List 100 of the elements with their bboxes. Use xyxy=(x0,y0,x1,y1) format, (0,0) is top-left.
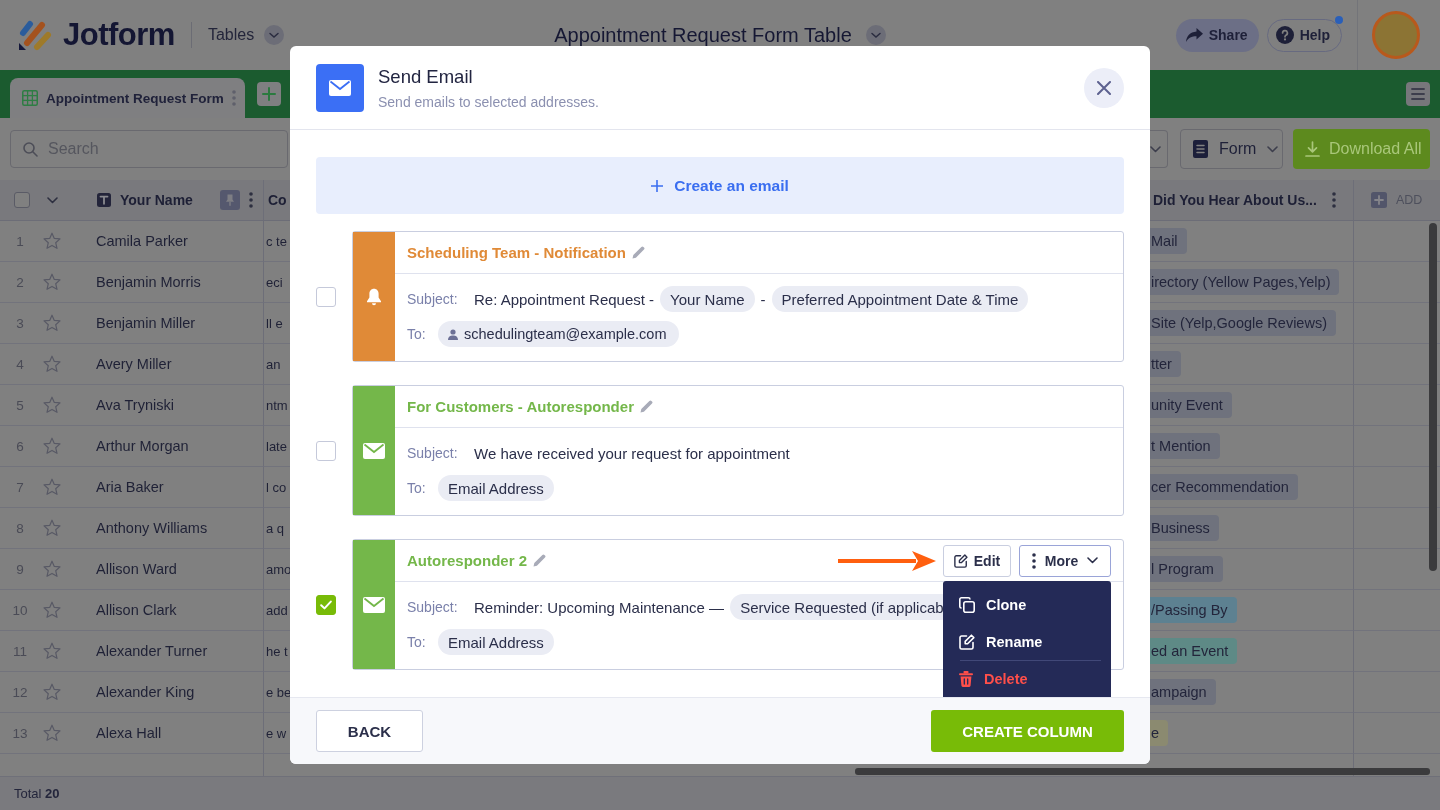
download-icon xyxy=(1305,141,1320,157)
email-checkbox[interactable] xyxy=(316,594,336,615)
table-cell-text: eci xyxy=(265,274,283,290)
table-cell-text: ll e xyxy=(265,315,283,331)
source-tag: e xyxy=(1150,720,1169,746)
edit-icon xyxy=(953,553,968,568)
field-label: To: xyxy=(407,326,427,342)
download-all-button[interactable]: Download All xyxy=(1293,129,1430,169)
plus-icon xyxy=(651,179,664,192)
help-icon xyxy=(1275,26,1294,44)
column-header[interactable]: Did You Hear About Us... xyxy=(1153,192,1317,208)
caret-icon[interactable] xyxy=(1087,557,1099,564)
subject-text: We have received your request for appointment xyxy=(474,444,790,462)
pin-icon[interactable] xyxy=(220,190,240,210)
field-label: To: xyxy=(407,480,427,496)
star-icon[interactable] xyxy=(43,273,61,291)
pencil-icon[interactable] xyxy=(631,246,645,259)
table-cell: Alexander Turner xyxy=(96,643,208,659)
dialog-title: Send Email xyxy=(378,65,474,88)
star-icon[interactable] xyxy=(43,478,61,496)
source-tag: Site (Yelp,Google Reviews) xyxy=(1150,310,1336,336)
source-tag: /Passing By xyxy=(1150,597,1237,623)
star-icon[interactable] xyxy=(43,314,61,332)
email-checkbox[interactable] xyxy=(316,286,336,307)
search-icon xyxy=(23,142,38,157)
source-tag: tter xyxy=(1150,351,1181,377)
create-email-button[interactable]: Create an email xyxy=(316,157,1124,214)
copy-icon xyxy=(959,596,975,613)
table-cell: Allison Ward xyxy=(96,561,177,577)
table-cell: Benjamin Miller xyxy=(96,315,196,331)
star-icon[interactable] xyxy=(43,642,61,660)
share-button[interactable]: Share xyxy=(1175,18,1259,52)
table-cell-text: an xyxy=(265,356,281,372)
tables-menu-button[interactable]: Tables xyxy=(207,25,285,45)
source-tag: Mail xyxy=(1150,228,1187,254)
form-view-button[interactable]: Form xyxy=(1180,129,1283,169)
mail-icon xyxy=(363,442,385,459)
pencil-icon[interactable] xyxy=(639,400,653,413)
avatar[interactable] xyxy=(1372,11,1420,59)
table-cell: Alexa Hall xyxy=(96,725,162,741)
plus-icon xyxy=(262,87,276,101)
field-chip: Your Name xyxy=(660,286,755,312)
document-icon xyxy=(1193,140,1208,158)
vertical-scrollbar[interactable] xyxy=(1429,223,1437,571)
star-icon[interactable] xyxy=(43,560,61,578)
email-checkbox[interactable] xyxy=(316,440,336,461)
field-chip: Email Address xyxy=(438,475,554,501)
star-icon[interactable] xyxy=(43,437,61,455)
table-cell: Allison Clark xyxy=(96,602,177,618)
more-icon[interactable] xyxy=(232,90,236,106)
person-icon xyxy=(448,328,458,340)
email-card[interactable]: Scheduling Team - Notification Subject: Re: Appointment Request - Your Name - Preferred Appointment Date & Time To: schedulingteam@example.com xyxy=(352,231,1124,362)
field-label: Subject: xyxy=(407,445,459,461)
select-all-checkbox[interactable] xyxy=(14,192,30,208)
more-icon[interactable] xyxy=(249,192,253,208)
subject-text: Re: Appointment Request - xyxy=(474,290,655,308)
recipient-address: schedulingteam@example.com xyxy=(464,326,667,342)
source-tag: ampaign xyxy=(1150,679,1216,705)
menu-button[interactable] xyxy=(1406,82,1430,106)
table-cell: Arthur Morgan xyxy=(96,438,189,454)
close-button[interactable] xyxy=(1084,67,1124,108)
table-title-button[interactable]: Appointment Request Form Table xyxy=(554,23,886,47)
create-column-button[interactable]: CREATE COLUMN xyxy=(931,710,1124,752)
sheet-tab[interactable]: Appointment Request Form xyxy=(10,78,245,118)
star-icon[interactable] xyxy=(43,724,61,742)
dialog-subtitle: Send emails to selected addresses. xyxy=(378,93,599,110)
table-cell: Alexander King xyxy=(96,684,195,700)
star-icon[interactable] xyxy=(43,683,61,701)
column-header[interactable]: Co xyxy=(268,192,287,208)
table-cell: Anthony Williams xyxy=(96,520,208,536)
more-icon xyxy=(1031,552,1036,569)
field-chip: Email Address xyxy=(438,629,554,655)
menu-item[interactable]: Rename xyxy=(943,623,1111,660)
edit-button[interactable]: Edit xyxy=(943,544,1011,577)
column-header[interactable]: Your Name xyxy=(120,192,193,208)
table-cell: Camila Parker xyxy=(96,233,188,249)
more-icon[interactable] xyxy=(1332,192,1336,208)
source-tag: irectory (Yellow Pages,Yelp) xyxy=(1150,269,1340,295)
table-cell: Ava Tryniski xyxy=(96,397,174,413)
star-icon[interactable] xyxy=(43,396,61,414)
horizontal-scrollbar[interactable] xyxy=(855,768,1430,775)
table-cell: Benjamin Morris xyxy=(96,274,201,290)
field-chip: Preferred Appointment Date & Time xyxy=(771,286,1029,312)
logo-icon[interactable] xyxy=(18,19,52,51)
star-icon[interactable] xyxy=(43,519,61,537)
table-cell-text: l co xyxy=(265,479,287,495)
star-icon[interactable] xyxy=(43,355,61,373)
more-button[interactable]: More xyxy=(1019,544,1111,577)
share-icon xyxy=(1185,28,1203,42)
pencil-icon[interactable] xyxy=(533,554,546,567)
table-cell-text: late xyxy=(265,438,287,454)
star-icon[interactable] xyxy=(43,232,61,250)
table-cell-text: e w xyxy=(265,725,287,741)
table-cell: Avery Miller xyxy=(96,356,172,372)
total-count: Total 20 xyxy=(14,786,60,801)
email-card[interactable]: For Customers - Autoresponder Subject: We have received your request for appointment To: Email Address xyxy=(352,385,1124,516)
back-button[interactable]: BACK xyxy=(316,710,423,752)
add-tab-button[interactable] xyxy=(257,82,281,106)
table-cell-text: amo xyxy=(265,561,292,577)
star-icon[interactable] xyxy=(43,601,61,619)
